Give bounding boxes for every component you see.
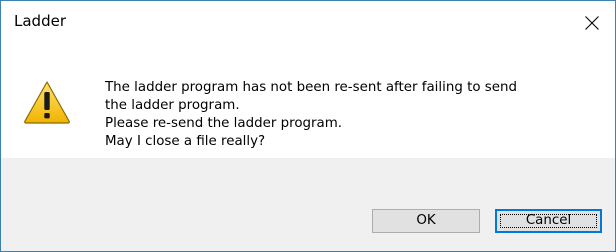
- close-icon: [585, 16, 599, 30]
- cancel-button[interactable]: Cancel: [495, 209, 602, 233]
- dialog-content: The ladder program has not been re-sent …: [1, 45, 615, 158]
- message-line: Please re-send the ladder program.: [105, 116, 343, 131]
- ok-button[interactable]: OK: [372, 209, 480, 233]
- message-line: the ladder program.: [105, 98, 240, 113]
- dialog-window: Ladder The ladder program has not been r…: [0, 0, 616, 252]
- close-button[interactable]: [569, 1, 615, 45]
- message-text: The ladder program has not been re-sent …: [105, 79, 585, 151]
- warning-icon: [23, 80, 71, 124]
- title-bar[interactable]: Ladder: [1, 1, 615, 45]
- message-line: May I close a file really?: [105, 134, 266, 149]
- button-bar: OK Cancel: [1, 158, 615, 251]
- cancel-button-label: Cancel: [525, 213, 572, 228]
- message-line: The ladder program has not been re-sent …: [105, 80, 517, 95]
- window-title: Ladder: [14, 12, 66, 30]
